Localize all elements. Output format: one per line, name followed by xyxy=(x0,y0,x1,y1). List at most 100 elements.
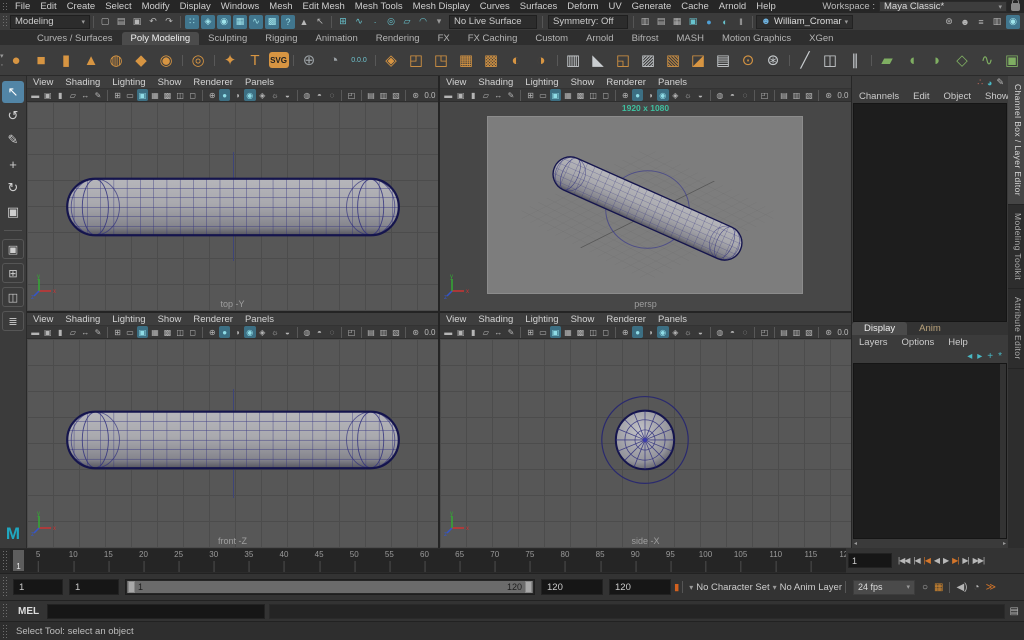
vp-select-camera-icon[interactable]: ▬ xyxy=(443,89,455,101)
menu-set-select[interactable]: Modeling ▾ xyxy=(10,14,90,29)
layer-move-down-icon[interactable]: ▸ xyxy=(977,351,982,362)
vp-resolution-gate-icon[interactable]: ▣ xyxy=(136,89,149,101)
vp-gate-mask-icon[interactable]: ▦ xyxy=(149,326,161,338)
vp-menu-shading[interactable]: Shading xyxy=(59,314,106,325)
shelf-tab-xgen[interactable]: XGen xyxy=(800,32,842,45)
menu-file[interactable]: File xyxy=(10,1,35,12)
render-current-frame-icon[interactable]: ▤ xyxy=(654,15,668,29)
vp-grid-icon[interactable]: ⊞ xyxy=(525,89,537,101)
light-editor-icon[interactable]: ◐ xyxy=(718,15,732,29)
cb-manipulator-icon[interactable]: ∴ xyxy=(977,77,983,88)
vp-gate-mask-icon[interactable]: ▦ xyxy=(562,326,574,338)
vp-wire-on-shaded-icon[interactable]: ◉ xyxy=(657,89,669,101)
go-to-end-button[interactable]: ▶▶| xyxy=(971,556,986,565)
vp-image-plane-icon[interactable]: ▱ xyxy=(480,326,492,338)
paint-select-tool-icon[interactable]: ✎ xyxy=(2,129,24,151)
workspace-switch-icon[interactable]: ◉ xyxy=(1006,14,1020,29)
vp-gear-icon[interactable]: ⊛ xyxy=(410,89,422,101)
shelf-tab-rendering[interactable]: Rendering xyxy=(367,32,429,45)
snap-point-icon[interactable]: ∙ xyxy=(368,15,382,29)
menu-mesh[interactable]: Mesh xyxy=(264,1,297,12)
fold-icon[interactable]: ◪ xyxy=(687,49,710,72)
scroll-right-icon[interactable]: ▸ xyxy=(1003,540,1006,547)
vp-resolution-gate-icon[interactable]: ▣ xyxy=(136,326,149,338)
tab-display[interactable]: Display xyxy=(852,322,908,336)
chevron-down-icon[interactable]: ▾ xyxy=(689,583,693,592)
open-render-view-icon[interactable]: ▥ xyxy=(638,15,652,29)
cb-menu-channels[interactable]: Channels xyxy=(852,91,906,102)
vp-2d-pan-zoom-icon[interactable]: ↔ xyxy=(493,89,505,101)
playback-end-field[interactable]: 120 xyxy=(541,579,603,595)
shelf-tab-mash[interactable]: MASH xyxy=(668,32,713,45)
time-settings-icon[interactable]: ◔ xyxy=(974,582,980,593)
vp-lighting-icon[interactable]: ☼ xyxy=(269,89,281,101)
vp-shaded-icon[interactable]: ● xyxy=(631,326,644,338)
vp-safe-action-icon[interactable]: ◫ xyxy=(174,326,186,338)
animation-start-field[interactable]: 1 xyxy=(13,579,63,595)
vp-camera-settings-icon[interactable]: ▣ xyxy=(455,89,467,101)
fps-select[interactable]: 24 fps ▾ xyxy=(852,579,915,595)
live-surface-field[interactable]: No Live Surface xyxy=(449,14,537,29)
vp-grid-icon[interactable]: ⊞ xyxy=(112,326,124,338)
vp-xray-icon[interactable]: ◍ xyxy=(714,326,726,338)
poly-torus-icon[interactable]: ◍ xyxy=(105,49,128,72)
vp-2d-pan-zoom-icon[interactable]: ↔ xyxy=(80,89,92,101)
vp-menu-renderer[interactable]: Renderer xyxy=(187,314,239,325)
menu-modify[interactable]: Modify xyxy=(137,1,175,12)
select-hierarchy-icon[interactable]: ∷ xyxy=(185,14,199,29)
cb-edit-icon[interactable]: ✎ xyxy=(996,77,1004,88)
quad-draw-icon[interactable]: ▰ xyxy=(876,49,899,72)
cb-menu-object[interactable]: Object xyxy=(937,91,978,102)
vp-2d-pan-zoom-icon[interactable]: ↔ xyxy=(80,326,92,338)
menu-surfaces[interactable]: Surfaces xyxy=(515,1,563,12)
vp-menu-lighting[interactable]: Lighting xyxy=(519,77,564,88)
vp-exposure-value[interactable]: 0.0 xyxy=(835,89,850,101)
vp-grease-pencil-icon[interactable]: ✎ xyxy=(505,326,517,338)
vp-bookmark-icon[interactable]: ▮ xyxy=(468,326,480,338)
vp-image-plane-icon[interactable]: ▱ xyxy=(67,89,79,101)
select-tool-icon[interactable]: ↖ xyxy=(2,81,24,103)
hypershade-icon[interactable]: ● xyxy=(702,15,716,29)
new-scene-icon[interactable]: ▢ xyxy=(98,15,112,29)
toolbox-sculpt-icon[interactable]: ⊛ xyxy=(942,15,956,29)
vp-menu-view[interactable]: View xyxy=(27,314,59,325)
playback-start-field[interactable]: 1 xyxy=(69,579,119,595)
helprow-grip[interactable] xyxy=(2,624,8,638)
rangerow-grip[interactable] xyxy=(2,576,8,598)
current-frame-field[interactable]: 1 xyxy=(848,553,892,568)
vp-image-plane-icon[interactable]: ▱ xyxy=(67,326,79,338)
vp-exposure-value[interactable]: 0.0 xyxy=(422,326,437,338)
spherize-icon[interactable]: ⊛ xyxy=(762,49,785,72)
vp-default-material-icon[interactable]: ◈ xyxy=(257,326,269,338)
vp-ao-icon[interactable]: ◓ xyxy=(727,89,739,101)
vp-shadows-icon[interactable]: ◒ xyxy=(282,89,294,101)
vp-2d-pan-zoom-icon[interactable]: ↔ xyxy=(493,326,505,338)
shelf-tab-curves-surfaces[interactable]: Curves / Surfaces xyxy=(28,32,122,45)
range-end-handle[interactable] xyxy=(525,581,532,593)
vp-menu-view[interactable]: View xyxy=(440,314,472,325)
super-shape-icon[interactable]: ✦ xyxy=(219,49,242,72)
vp-paste-icon[interactable]: ▥ xyxy=(378,89,390,101)
clip-editor-icon[interactable]: ▦ xyxy=(934,582,943,593)
vp-xray-icon[interactable]: ◍ xyxy=(301,326,313,338)
triangulate-icon[interactable]: ◣ xyxy=(587,49,610,72)
mirror-cut-icon[interactable]: ◑ xyxy=(530,49,553,72)
menubar-grip[interactable] xyxy=(2,2,8,11)
vp-wire-on-shaded-icon[interactable]: ◉ xyxy=(244,326,256,338)
layer-menu-help[interactable]: Help xyxy=(941,337,975,348)
vp-lighting-icon[interactable]: ☼ xyxy=(682,89,694,101)
layout-four-view-icon[interactable]: ⊞ xyxy=(2,263,24,283)
pattern-brush-icon[interactable]: ▣ xyxy=(1001,49,1024,72)
layout-outliner-icon[interactable]: ≣ xyxy=(2,311,24,331)
vp-safe-action-icon[interactable]: ◫ xyxy=(587,326,599,338)
vp-film-gate-icon[interactable]: ▭ xyxy=(537,326,549,338)
select-object-icon[interactable]: ◈ xyxy=(201,14,215,29)
rotate-tool-icon[interactable]: ↻ xyxy=(2,177,24,199)
sweep-mesh-icon[interactable]: ▥ xyxy=(562,49,585,72)
step-back-frame-button[interactable]: |◀ xyxy=(911,556,921,565)
symmetry-select[interactable]: Symmetry: Off xyxy=(548,14,628,29)
vp-safe-action-icon[interactable]: ◫ xyxy=(587,89,599,101)
vp-exposure-value[interactable]: 0.0 xyxy=(422,89,437,101)
vp-default-material-icon[interactable]: ◈ xyxy=(257,89,269,101)
vp-image-plane-icon[interactable]: ▱ xyxy=(480,89,492,101)
